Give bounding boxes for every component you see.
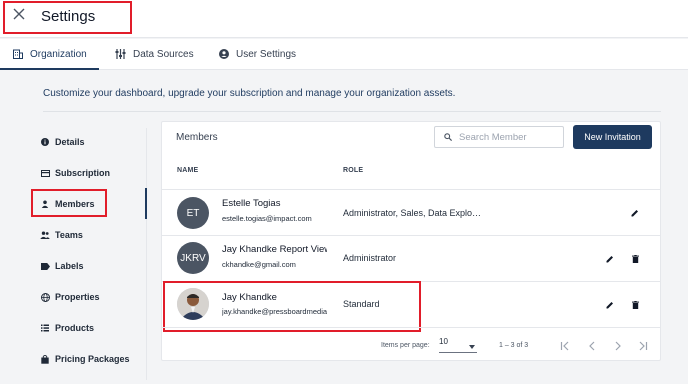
column-header-role[interactable]: ROLE xyxy=(343,167,363,174)
sidebar-item-label: Labels xyxy=(55,261,84,271)
items-per-page-label: Items per page: xyxy=(381,342,430,349)
search-box[interactable] xyxy=(434,126,564,148)
delete-icon[interactable] xyxy=(630,300,640,310)
sidebar-item-label: Products xyxy=(55,323,95,333)
member-role: Administrator xyxy=(343,253,397,263)
list-icon xyxy=(40,324,50,332)
member-name: Jay Khandke Report Viewer xyxy=(222,244,327,255)
search-icon xyxy=(444,133,452,141)
tab-data-sources[interactable]: Data Sources xyxy=(115,39,194,69)
last-page-icon[interactable] xyxy=(636,339,650,353)
first-page-icon[interactable] xyxy=(558,339,572,353)
intro-text: Customize your dashboard, upgrade your s… xyxy=(43,88,456,99)
sidebar-item-details[interactable]: Details xyxy=(40,132,85,152)
bag-icon xyxy=(40,354,50,364)
card-icon xyxy=(40,169,50,177)
tab-user-settings[interactable]: User Settings xyxy=(219,39,296,69)
sidebar-item-properties[interactable]: Properties xyxy=(40,287,100,307)
next-page-icon[interactable] xyxy=(611,339,625,353)
sidebar-item-label: Teams xyxy=(55,230,83,240)
building-icon xyxy=(13,49,23,59)
member-email: estelle.togias@impact.com xyxy=(222,214,312,223)
sidebar-item-subscription[interactable]: Subscription xyxy=(40,163,110,183)
divider xyxy=(43,111,661,112)
row-divider xyxy=(162,327,661,328)
highlight-box xyxy=(31,189,107,217)
row-divider xyxy=(162,235,661,236)
group-icon xyxy=(40,231,50,239)
globe-icon xyxy=(40,292,50,302)
member-role: Administrator, Sales, Data Explo… xyxy=(343,208,482,218)
top-bar: Settings xyxy=(0,0,688,38)
sidebar-item-label: Subscription xyxy=(55,168,111,178)
sidebar-item-labels[interactable]: Labels xyxy=(40,256,84,276)
tab-label: Organization xyxy=(30,48,87,60)
items-per-page-value: 10 xyxy=(439,337,448,346)
members-title: Members xyxy=(176,132,218,143)
sidebar-item-label: Pricing Packages xyxy=(55,354,130,364)
user-circle-icon xyxy=(219,49,229,59)
tab-organization[interactable]: Organization xyxy=(13,39,87,69)
delete-icon[interactable] xyxy=(630,254,640,264)
tab-label: User Settings xyxy=(236,48,297,60)
label-icon xyxy=(40,262,50,270)
column-header-name[interactable]: NAME xyxy=(177,167,198,174)
sidebar-separator xyxy=(146,128,147,380)
prev-page-icon[interactable] xyxy=(585,339,599,353)
search-input[interactable] xyxy=(459,131,559,143)
data-sources-icon xyxy=(115,49,126,59)
row-divider xyxy=(162,189,661,190)
sidebar-active-indicator xyxy=(145,188,147,219)
sidebar-item-teams[interactable]: Teams xyxy=(40,225,83,245)
member-email: ckhandke@gmail.com xyxy=(222,260,296,269)
info-icon xyxy=(40,138,50,146)
new-invitation-button[interactable]: New Invitation xyxy=(573,125,652,149)
active-tab-indicator xyxy=(0,68,99,70)
sidebar-item-label: Properties xyxy=(55,292,100,302)
tab-bar: Organization Data Sources User Settings xyxy=(0,39,688,70)
page-title: Settings xyxy=(41,8,96,25)
close-icon[interactable] xyxy=(12,7,26,21)
avatar: JKRV xyxy=(177,242,209,274)
edit-icon[interactable] xyxy=(605,254,615,264)
sidebar-item-products[interactable]: Products xyxy=(40,318,94,338)
member-name: Estelle Togias xyxy=(222,198,281,209)
highlight-box xyxy=(163,281,421,332)
sidebar-item-pricing-packages[interactable]: Pricing Packages xyxy=(40,349,130,369)
items-per-page-select[interactable]: 10 xyxy=(439,337,477,353)
edit-icon[interactable] xyxy=(630,208,640,218)
tab-label: Data Sources xyxy=(133,48,194,60)
pagination-range: 1 – 3 of 3 xyxy=(499,342,529,349)
chevron-down-icon xyxy=(469,342,475,351)
avatar: ET xyxy=(177,197,209,229)
edit-icon[interactable] xyxy=(605,300,615,310)
sidebar-item-label: Details xyxy=(55,137,85,147)
